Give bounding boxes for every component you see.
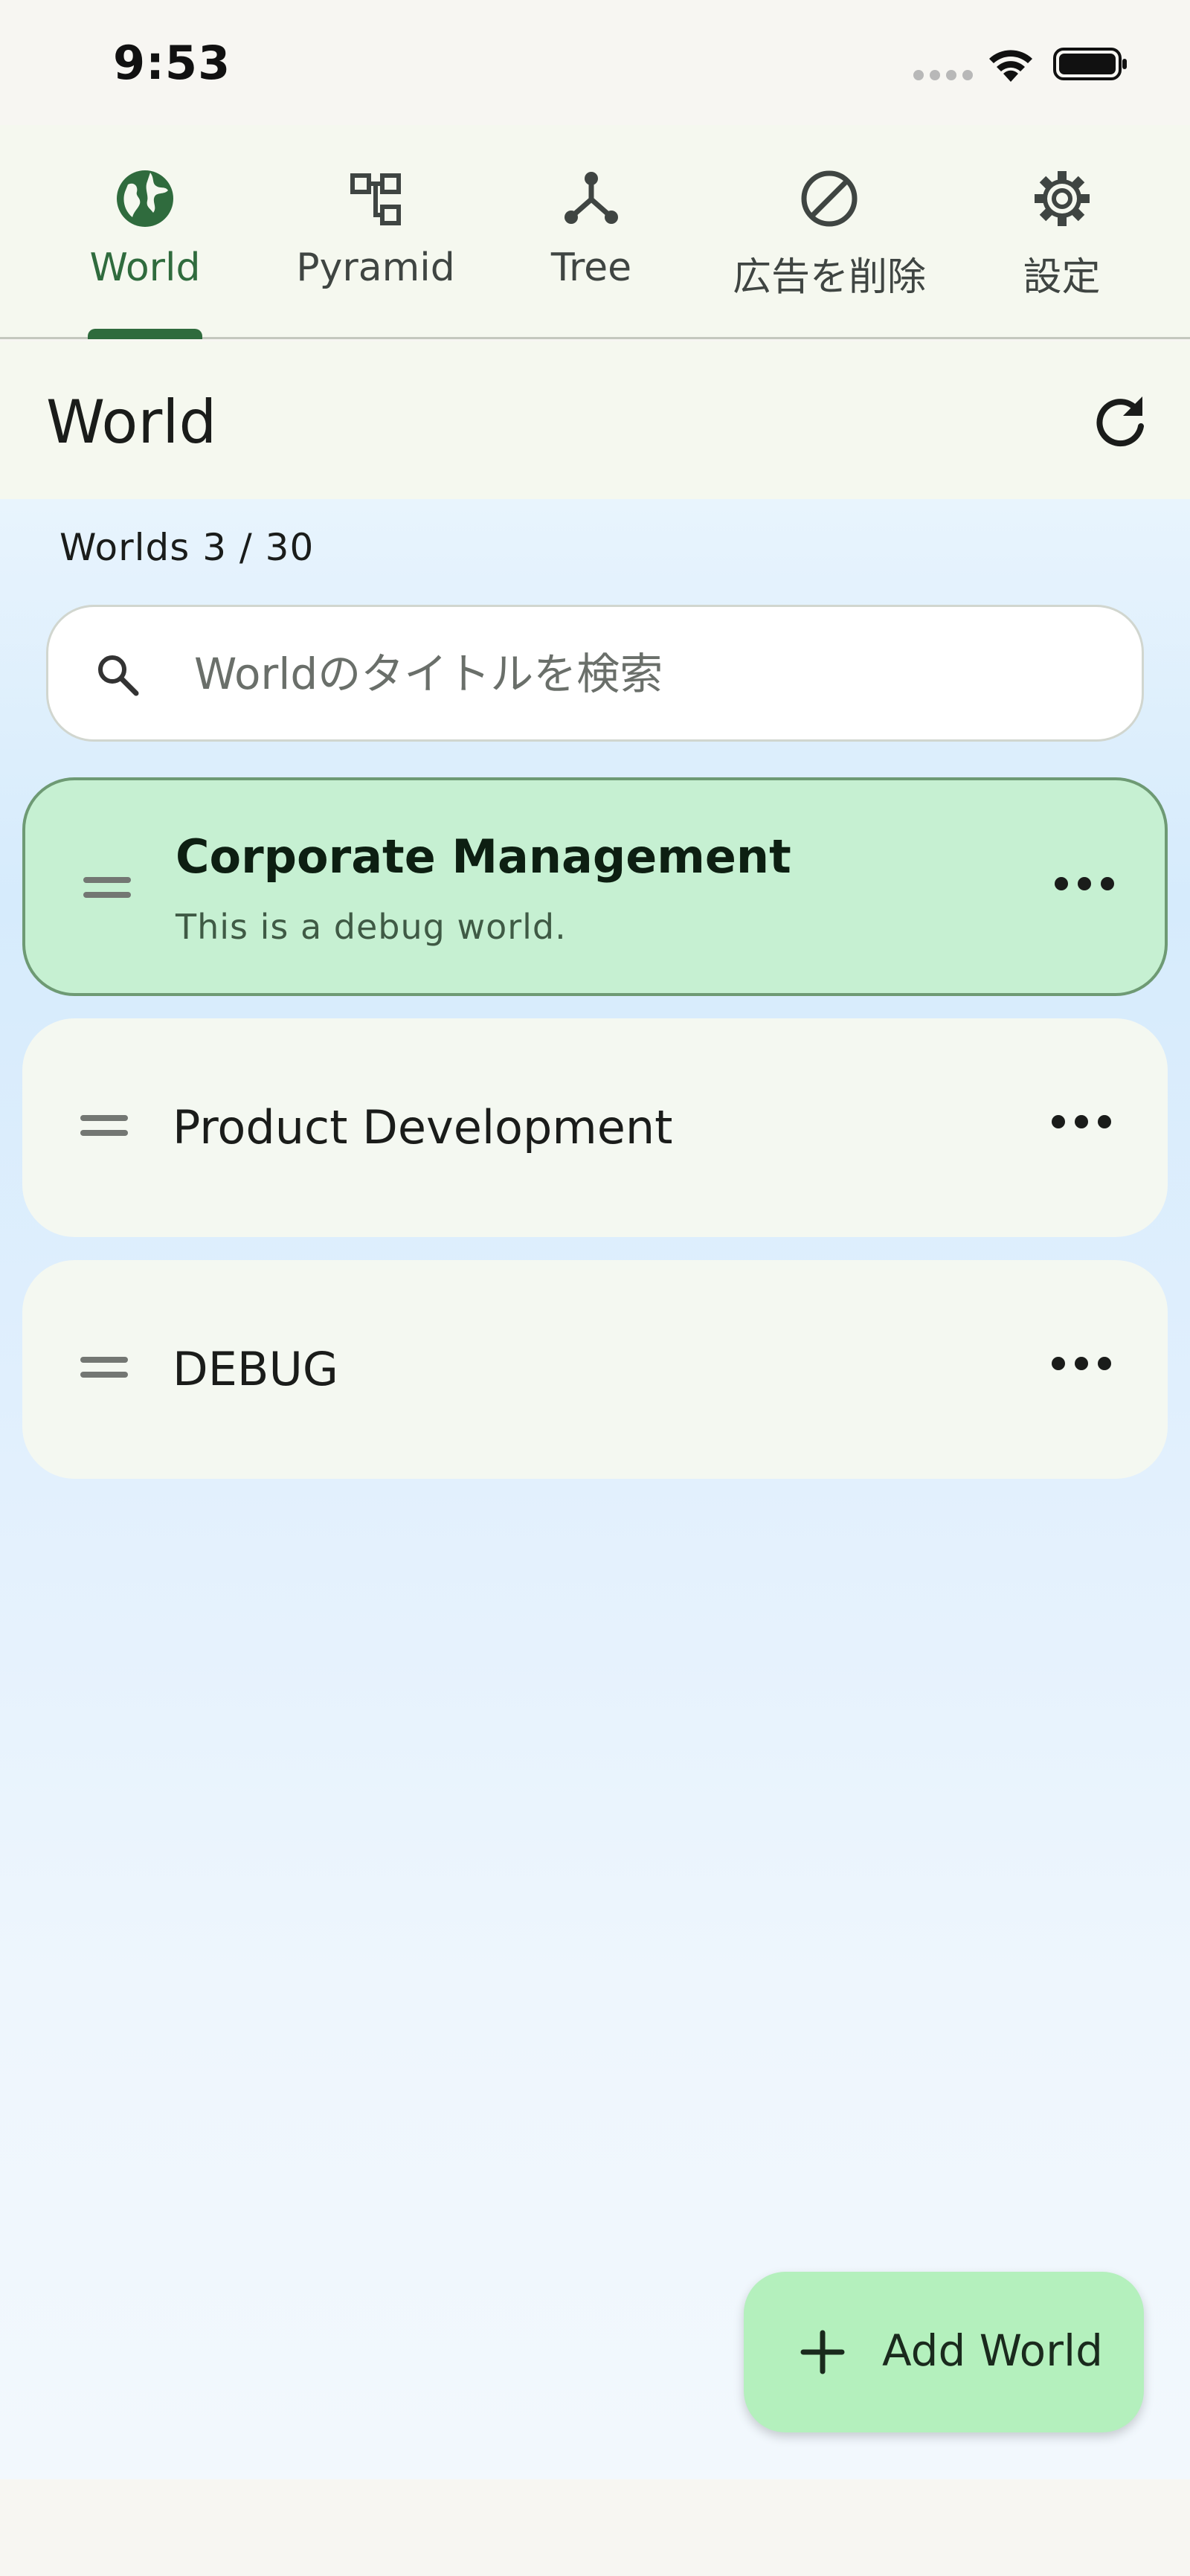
tab-label: 広告を削除	[732, 255, 926, 300]
more-options-icon[interactable]	[1052, 1115, 1111, 1133]
tab-label: Pyramid	[296, 245, 455, 290]
status-bar: 9:53	[0, 0, 1190, 125]
more-options-icon[interactable]	[1052, 1357, 1111, 1375]
search-input[interactable]	[194, 637, 1087, 711]
page-title: World	[46, 388, 217, 457]
gear-icon	[1034, 171, 1090, 226]
drag-handle-icon[interactable]	[83, 873, 131, 904]
globe-icon	[117, 170, 173, 227]
world-card[interactable]: Corporate Management This is a debug wor…	[22, 777, 1168, 996]
search-icon	[98, 655, 139, 696]
cellular-signal-icon	[913, 70, 973, 80]
app-screen: 9:53 World Pyramid Tree 広告を削除 設定 World W…	[0, 0, 1190, 2576]
drag-handle-icon[interactable]	[80, 1352, 128, 1384]
search-bar	[46, 605, 1144, 742]
top-tab-bar: World Pyramid Tree 広告を削除 設定	[0, 125, 1190, 339]
world-card[interactable]: DEBUG	[22, 1260, 1168, 1479]
status-time: 9:53	[113, 36, 231, 90]
tab-label: World	[89, 245, 201, 290]
world-title: Product Development	[173, 1100, 673, 1154]
tab-pyramid[interactable]: Pyramid	[286, 125, 465, 339]
tree-icon	[565, 172, 618, 224]
world-title: DEBUG	[173, 1342, 338, 1396]
tab-remove-ads[interactable]: 広告を削除	[714, 125, 945, 339]
world-title: Corporate Management	[176, 829, 791, 884]
bottom-safe-area	[0, 2479, 1190, 2576]
world-subtitle: This is a debug world.	[176, 907, 567, 947]
plus-icon	[800, 2330, 845, 2374]
world-card[interactable]: Product Development	[22, 1018, 1168, 1237]
drag-handle-icon[interactable]	[80, 1111, 128, 1142]
tab-world[interactable]: World	[71, 125, 219, 339]
tab-settings[interactable]: 設定	[997, 125, 1127, 339]
refresh-icon[interactable]	[1089, 389, 1151, 452]
battery-icon	[1053, 48, 1127, 80]
tab-label: 設定	[1023, 255, 1101, 300]
world-list-content: Worlds 3 / 30 Corporate Management This …	[0, 499, 1190, 2479]
hierarchy-icon	[350, 173, 401, 225]
tab-label: Tree	[550, 245, 632, 290]
world-count-label: Worlds 3 / 30	[60, 526, 315, 569]
tab-tree[interactable]: Tree	[521, 125, 662, 339]
active-tab-indicator	[88, 329, 202, 339]
add-world-label: Add World	[882, 2325, 1103, 2376]
add-world-button[interactable]: Add World	[744, 2272, 1144, 2432]
block-icon	[801, 170, 858, 227]
more-options-icon[interactable]	[1055, 877, 1114, 895]
wifi-icon	[989, 50, 1032, 82]
app-header: World	[0, 341, 1190, 499]
